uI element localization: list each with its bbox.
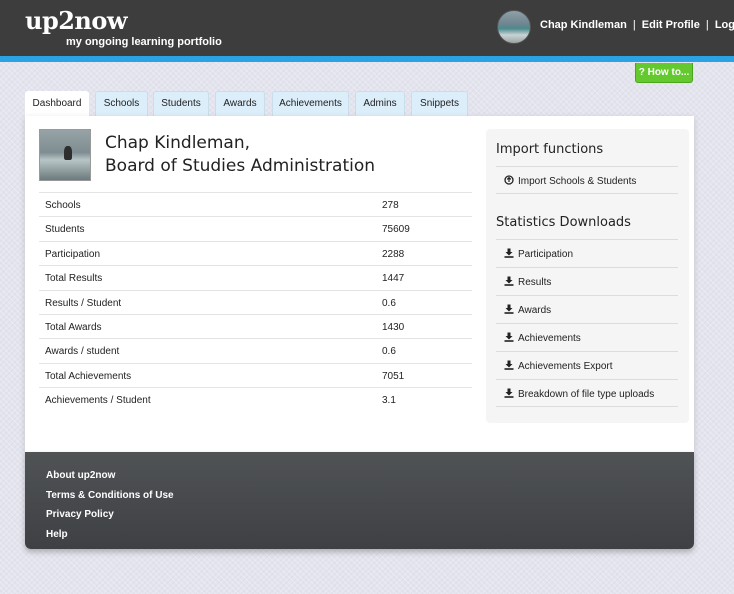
profile-role: Board of Studies Administration xyxy=(105,156,376,176)
upload-circle-icon xyxy=(504,175,514,185)
site-logo[interactable]: up2now xyxy=(25,6,128,35)
tab-awards[interactable]: Awards xyxy=(215,91,265,116)
surfer-figure xyxy=(64,146,72,160)
stat-value: 0.6 xyxy=(382,346,396,358)
download-icon xyxy=(504,332,514,342)
table-row: Participation 2288 xyxy=(39,240,472,265)
stat-label: Total Awards xyxy=(45,321,102,333)
list-item[interactable]: Awards xyxy=(496,295,678,323)
download-icon xyxy=(504,360,514,370)
stat-label: Participation xyxy=(45,248,101,260)
achievements-export-link[interactable]: Achievements Export xyxy=(518,361,613,372)
edit-profile-link[interactable]: Edit Profile xyxy=(642,19,700,31)
user-avatar[interactable] xyxy=(497,10,531,44)
profile-name: Chap Kindleman, xyxy=(105,133,251,153)
site-footer: About up2now Terms & Conditions of Use P… xyxy=(25,452,694,549)
list-item[interactable]: Results xyxy=(496,267,678,295)
import-list: Import Schools & Students xyxy=(496,166,678,194)
list-item[interactable]: Participation xyxy=(496,239,678,267)
import-functions-heading: Import functions xyxy=(496,142,604,157)
stat-label: Total Results xyxy=(45,273,103,285)
stat-value: 1447 xyxy=(382,273,405,285)
user-bar: Chap Kindleman | Edit Profile | Logout xyxy=(540,19,734,31)
list-item[interactable]: Achievements Export xyxy=(496,351,678,379)
stat-label: Total Achievements xyxy=(45,370,132,382)
stat-label: Students xyxy=(45,224,85,236)
table-row: Achievements / Student 3.1 xyxy=(39,387,472,411)
tab-students[interactable]: Students xyxy=(153,91,209,116)
list-item[interactable]: Breakdown of file type uploads xyxy=(496,379,678,407)
table-row: Total Results 1447 xyxy=(39,265,472,289)
downloads-list: Participation Results Awards Achievement… xyxy=(496,239,678,407)
terms-link[interactable]: Terms & Conditions of Use xyxy=(46,490,174,501)
list-item[interactable]: Achievements xyxy=(496,323,678,351)
stat-value: 2288 xyxy=(382,248,405,260)
profile-heading: Chap Kindleman, Board of Studies Adminis… xyxy=(105,132,375,178)
user-name-link[interactable]: Chap Kindleman xyxy=(540,19,627,31)
file-type-breakdown-link[interactable]: Breakdown of file type uploads xyxy=(518,389,654,400)
download-icon xyxy=(504,276,514,286)
table-row: Total Awards 1430 xyxy=(39,313,472,338)
list-item[interactable]: Import Schools & Students xyxy=(496,166,678,194)
table-row: Results / Student 0.6 xyxy=(39,289,472,314)
stat-label: Achievements / Student xyxy=(45,395,151,407)
awards-download-link[interactable]: Awards xyxy=(518,305,551,316)
about-link[interactable]: About up2now xyxy=(46,470,115,481)
tab-dashboard[interactable]: Dashboard xyxy=(25,91,89,117)
privacy-link[interactable]: Privacy Policy xyxy=(46,509,114,520)
stats-table: Schools 278 Students 75609 Participation 22… xyxy=(39,192,472,412)
participation-download-link[interactable]: Participation xyxy=(518,249,573,260)
logout-link[interactable]: Logout xyxy=(715,19,734,31)
stat-label: Awards / student xyxy=(45,346,120,358)
site-header: up2now my ongoing learning portfolio Cha… xyxy=(0,0,734,62)
tab-schools[interactable]: Schools xyxy=(95,91,148,116)
download-icon xyxy=(504,388,514,398)
stat-value: 1430 xyxy=(382,321,405,333)
download-icon xyxy=(504,248,514,258)
help-link[interactable]: Help xyxy=(46,529,68,540)
separator: | xyxy=(705,19,709,31)
dashboard-panel: Chap Kindleman, Board of Studies Adminis… xyxy=(25,116,694,452)
tab-achievements[interactable]: Achievements xyxy=(272,91,349,116)
results-download-link[interactable]: Results xyxy=(518,277,551,288)
site-tagline: my ongoing learning portfolio xyxy=(66,36,222,48)
table-row: Schools 278 xyxy=(39,192,472,216)
stat-value: 75609 xyxy=(382,224,410,236)
table-row: Awards / student 0.6 xyxy=(39,338,472,362)
stat-value: 278 xyxy=(382,200,399,211)
tab-snippets[interactable]: Snippets xyxy=(411,91,468,116)
stat-value: 3.1 xyxy=(382,395,396,407)
sidebar-panel: Import functions Import Schools & Studen… xyxy=(486,129,689,423)
how-to-button[interactable]: ? How to... xyxy=(635,63,693,83)
stat-value: 0.6 xyxy=(382,297,396,309)
import-schools-students-link[interactable]: Import Schools & Students xyxy=(518,176,636,187)
tab-admins[interactable]: Admins xyxy=(355,91,405,116)
profile-photo xyxy=(39,129,91,181)
separator: | xyxy=(632,19,636,31)
stat-label: Results / Student xyxy=(45,297,122,309)
stat-label: Schools xyxy=(45,200,81,211)
download-icon xyxy=(504,304,514,314)
stat-value: 7051 xyxy=(382,370,405,382)
table-row: Total Achievements 7051 xyxy=(39,362,472,387)
achievements-download-link[interactable]: Achievements xyxy=(518,333,581,344)
statistics-downloads-heading: Statistics Downloads xyxy=(496,215,631,230)
table-row: Students 75609 xyxy=(39,216,472,240)
